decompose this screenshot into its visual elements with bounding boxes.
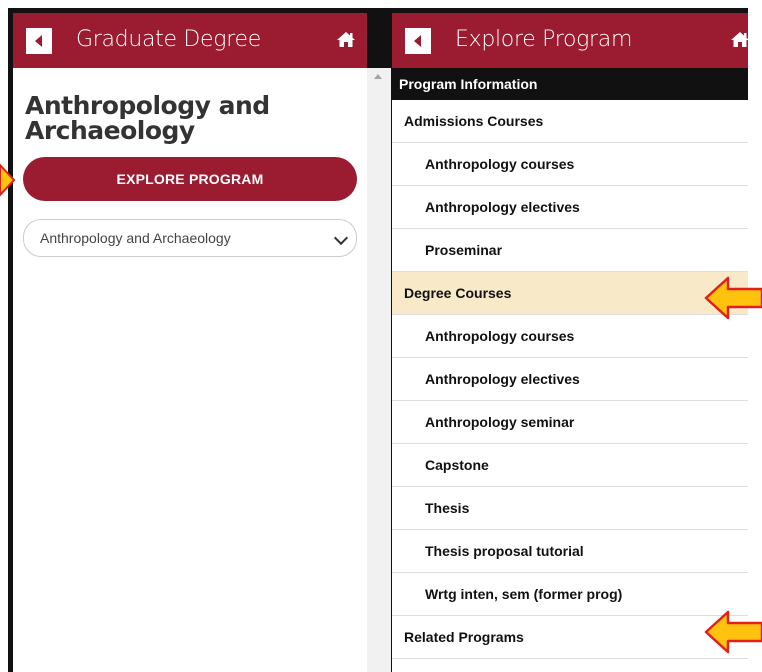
annotation-arrow-icon <box>704 610 762 654</box>
course-item[interactable]: Thesis <box>392 487 748 530</box>
program-select[interactable]: Anthropology and Archaeology <box>23 219 357 257</box>
graduate-degree-panel: Graduate Degree Anthropology and Archaeo… <box>13 13 367 672</box>
course-item[interactable]: Thesis proposal tutorial <box>392 530 748 573</box>
left-header-title: Graduate Degree <box>76 27 261 52</box>
explore-program-button[interactable]: EXPLORE PROGRAM <box>23 157 357 201</box>
right-header-bar: Explore Program <box>392 13 748 68</box>
home-icon[interactable] <box>730 30 748 50</box>
scroll-up-icon[interactable] <box>374 74 382 79</box>
course-item[interactable]: Wrtg inten, sem (former prog) <box>392 573 748 616</box>
program-select-value: Anthropology and Archaeology <box>40 230 231 246</box>
scrollbar[interactable] <box>367 68 391 672</box>
left-header-bar: Graduate Degree <box>13 13 367 68</box>
course-item[interactable]: Capstone <box>392 444 748 487</box>
course-item[interactable]: Anthropology electives <box>392 358 748 401</box>
right-header-title: Explore Program <box>455 27 633 52</box>
course-item[interactable]: Anthropology seminar <box>392 401 748 444</box>
back-arrow-icon[interactable] <box>405 28 431 54</box>
course-item[interactable]: Proseminar <box>392 229 748 272</box>
section-item[interactable]: Degree Courses <box>392 272 748 315</box>
section-item[interactable]: Related Programs <box>392 616 748 659</box>
program-sections-list: Admissions Courses Anthropology courses An… <box>392 100 748 659</box>
annotation-arrow-icon <box>0 163 16 197</box>
chevron-down-icon <box>333 230 349 246</box>
course-item[interactable]: Anthropology courses <box>392 143 748 186</box>
annotation-arrow-icon <box>704 276 762 320</box>
program-title: Anthropology and Archaeology <box>25 91 270 145</box>
course-item[interactable]: Anthropology electives <box>392 186 748 229</box>
home-icon[interactable] <box>336 30 356 50</box>
explore-program-panel: Explore Program Program Information Admi… <box>392 13 748 672</box>
back-arrow-icon[interactable] <box>26 28 52 54</box>
program-information-header: Program Information <box>392 68 748 100</box>
course-item[interactable]: Anthropology courses <box>392 315 748 358</box>
section-item[interactable]: Admissions Courses <box>392 100 748 143</box>
